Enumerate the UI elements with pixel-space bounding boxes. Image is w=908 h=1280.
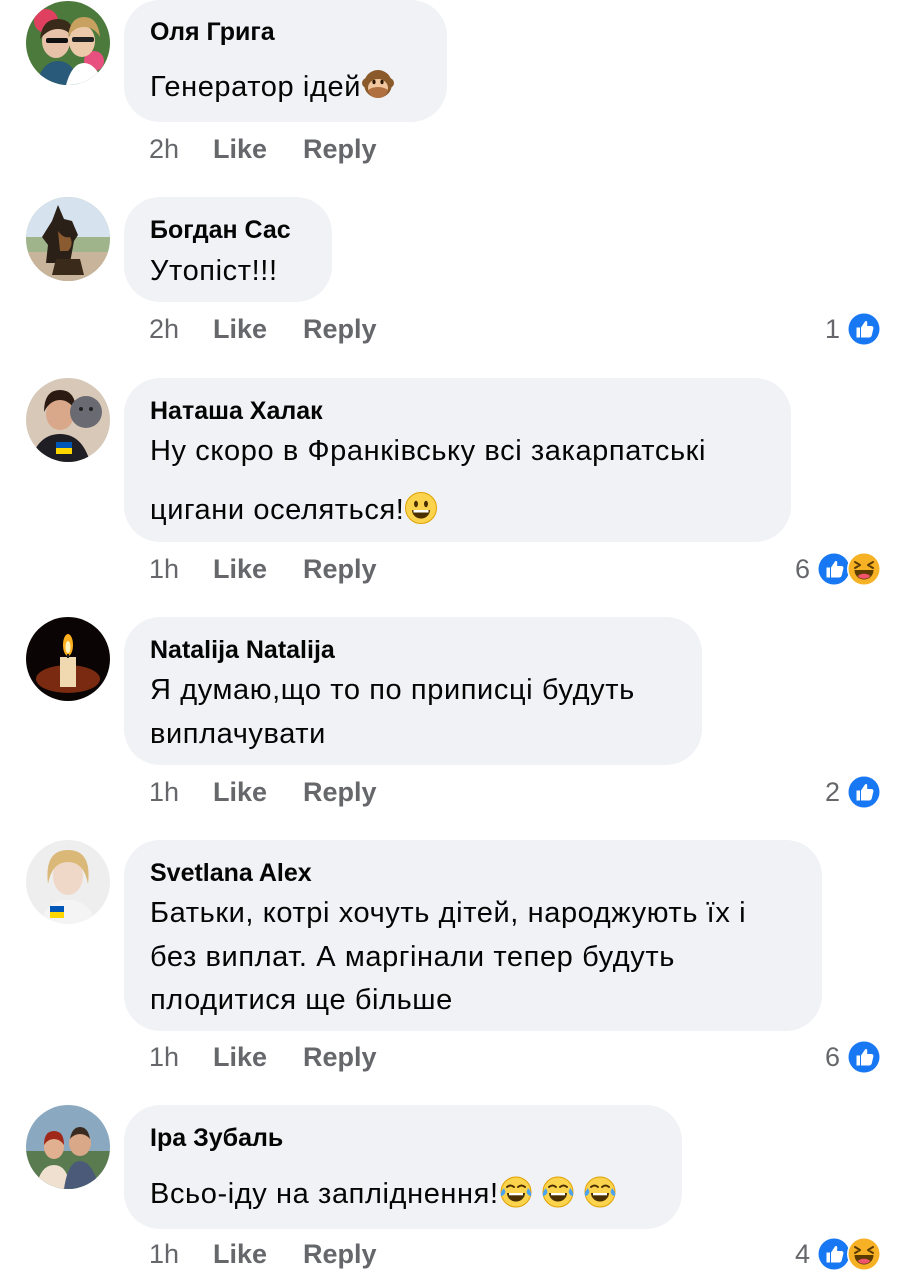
reaction-summary[interactable]: 1 (825, 311, 882, 347)
like-reaction-icon (846, 311, 882, 347)
comment-author[interactable]: Богдан Сас (150, 216, 291, 245)
avatar[interactable] (26, 1, 110, 85)
reply-button[interactable]: Reply (303, 554, 377, 585)
grinning-face-icon (404, 491, 438, 525)
reaction-summary[interactable]: 4 (795, 1236, 882, 1272)
avatar[interactable] (26, 378, 110, 462)
comment-timestamp[interactable]: 1h (149, 777, 213, 808)
comment-timestamp[interactable]: 2h (149, 134, 213, 165)
comment-text: без виплат. А маргінали тепер будуть (150, 941, 806, 974)
comment-text-line: Генератор ідей (150, 71, 362, 103)
comment-text-line: Утопіст!!! (150, 255, 278, 287)
comment-text: Всьо-іду на запліднення! (150, 1175, 666, 1211)
reaction-summary[interactable]: 6 (795, 551, 882, 587)
comment-bubble[interactable]: Natalija Natalija Я думаю,що то по припи… (124, 617, 702, 765)
comment-author[interactable]: Іра Зубаль (150, 1124, 283, 1153)
comment-text: Я думаю,що то по приписці будуть (150, 674, 686, 707)
reaction-summary[interactable]: 6 (825, 1039, 882, 1075)
like-button[interactable]: Like (213, 777, 303, 808)
comment-actions: 1h Like Reply (149, 1236, 377, 1272)
comment-actions: 1h Like Reply (149, 551, 377, 587)
haha-reaction-icon (846, 551, 882, 587)
reaction-count: 1 (824, 313, 840, 344)
comment-text-line: без виплат. А маргінали тепер будуть (150, 941, 675, 973)
comment-actions: 1h Like Reply (149, 1039, 377, 1075)
like-button[interactable]: Like (213, 134, 303, 165)
comment-bubble[interactable]: Оля Грига Генератор ідей (124, 0, 447, 122)
tears-of-joy-icon (541, 1175, 575, 1209)
comment-text-line: виплачувати (150, 718, 326, 750)
comment-text-line: цигани оселяться! (150, 494, 405, 526)
comment-actions: 1h Like Reply (149, 774, 377, 810)
reaction-count: 6 (794, 553, 810, 584)
like-button[interactable]: Like (213, 1042, 303, 1073)
comment-text: Батьки, котрі хочуть дітей, народжують ї… (150, 897, 806, 930)
comment-timestamp[interactable]: 2h (149, 314, 213, 345)
comment-actions: 2h Like Reply (149, 131, 377, 167)
reply-button[interactable]: Reply (303, 1042, 377, 1073)
reaction-summary[interactable]: 2 (825, 774, 882, 810)
comment-text: цигани оселяться! (150, 491, 775, 527)
comment-text-line: Батьки, котрі хочуть дітей, народжують ї… (150, 897, 747, 929)
like-reaction-icon (846, 774, 882, 810)
comment-bubble[interactable]: Іра Зубаль Всьо-іду на запліднення! (124, 1105, 682, 1229)
comment-text: Генератор ідей (150, 68, 431, 104)
comment-timestamp[interactable]: 1h (149, 1042, 213, 1073)
comment-timestamp[interactable]: 1h (149, 554, 213, 585)
like-button[interactable]: Like (213, 554, 303, 585)
comment-author[interactable]: Svetlana Alex (150, 859, 312, 888)
comment-author[interactable]: Наташа Халак (150, 397, 323, 426)
like-button[interactable]: Like (213, 1239, 303, 1270)
reaction-count: 4 (794, 1238, 810, 1269)
comment-text: Утопіст!!! (150, 255, 316, 288)
comment-author[interactable]: Natalija Natalija (150, 636, 335, 665)
comment-timestamp[interactable]: 1h (149, 1239, 213, 1270)
avatar[interactable] (26, 617, 110, 701)
avatar[interactable] (26, 840, 110, 924)
comment-bubble[interactable]: Svetlana Alex Батьки, котрі хочуть дітей… (124, 840, 822, 1031)
comment-actions: 2h Like Reply (149, 311, 377, 347)
avatar[interactable] (26, 1105, 110, 1189)
comment-text: Ну скоро в Франківську всі закарпатські (150, 435, 775, 468)
comment-bubble[interactable]: Богдан Сас Утопіст!!! (124, 197, 332, 302)
comment-text-line: Я думаю,що то по приписці будуть (150, 674, 635, 706)
comment-text: виплачувати (150, 718, 686, 751)
comment-text-line: плодитися ще більше (150, 984, 453, 1016)
tears-of-joy-icon (499, 1175, 533, 1209)
reply-button[interactable]: Reply (303, 1239, 377, 1270)
reply-button[interactable]: Reply (303, 134, 377, 165)
comment-text-line: Ну скоро в Франківську всі закарпатські (150, 435, 707, 467)
reply-button[interactable]: Reply (303, 777, 377, 808)
haha-reaction-icon (846, 1236, 882, 1272)
reaction-count: 2 (824, 776, 840, 807)
like-reaction-icon (846, 1039, 882, 1075)
comment-text: плодитися ще більше (150, 984, 806, 1017)
avatar[interactable] (26, 197, 110, 281)
comment-bubble[interactable]: Наташа Халак Ну скоро в Франківську всі … (124, 378, 791, 542)
reaction-count: 6 (824, 1041, 840, 1072)
see-no-evil-monkey-icon (361, 68, 395, 102)
comment-text-line: Всьо-іду на запліднення! (150, 1178, 499, 1210)
like-button[interactable]: Like (213, 314, 303, 345)
comment-author[interactable]: Оля Грига (150, 18, 275, 47)
tears-of-joy-icon (583, 1175, 617, 1209)
reply-button[interactable]: Reply (303, 314, 377, 345)
